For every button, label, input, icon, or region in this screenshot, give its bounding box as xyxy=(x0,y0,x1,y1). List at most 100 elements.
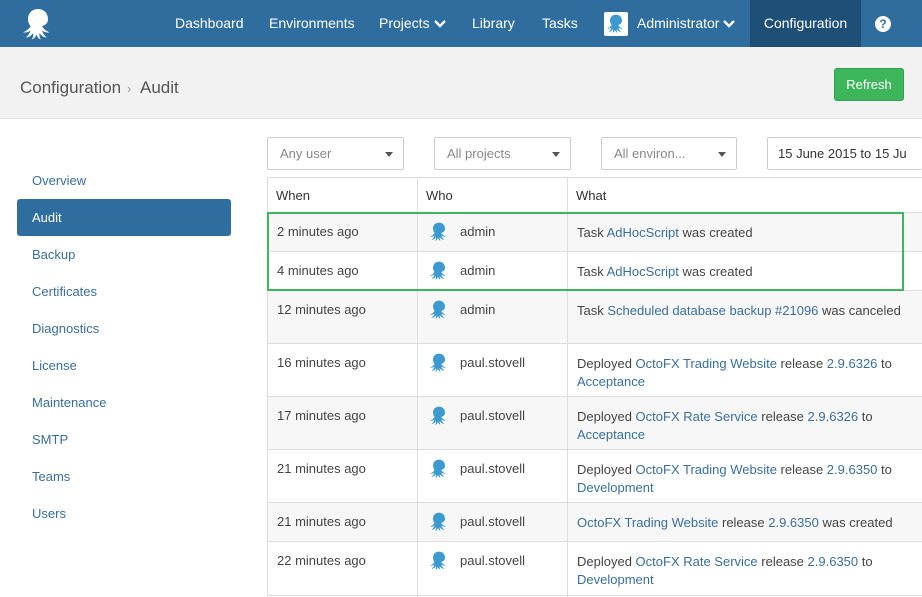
event-link[interactable]: Development xyxy=(577,480,654,495)
table-row: 21 minutes ago paul.stovell OctoFX Trading… xyxy=(267,503,922,542)
nav-configuration[interactable]: Configuration xyxy=(750,0,861,47)
table-row: 12 minutes ago admin Task Scheduled databa… xyxy=(267,291,922,344)
project-filter-select[interactable]: All projects xyxy=(434,137,571,170)
event-link[interactable]: Acceptance xyxy=(577,374,645,389)
user-octopus-icon xyxy=(430,300,446,319)
column-header-what: What xyxy=(576,188,607,203)
sidebar-item-audit[interactable]: Audit xyxy=(17,199,231,236)
sidebar-item-license[interactable]: License xyxy=(17,347,231,384)
event-link[interactable]: Development xyxy=(577,572,654,587)
caret-down-icon xyxy=(385,152,393,157)
cell-when: 17 minutes ago xyxy=(277,408,366,423)
table-row: 16 minutes ago paul.stovell Deployed OctoF… xyxy=(267,344,922,397)
nav-tasks[interactable]: Tasks xyxy=(542,0,578,47)
event-link[interactable]: 2.9.6350 xyxy=(768,515,819,530)
chevron-down-icon xyxy=(433,20,446,28)
cell-what: Task Scheduled database backup #21096 wa… xyxy=(577,302,909,320)
cell-who: paul.stovell xyxy=(460,408,526,423)
user-avatar[interactable] xyxy=(604,12,628,36)
event-text: to xyxy=(877,462,892,477)
event-text: Deployed xyxy=(577,409,636,424)
event-text: Task xyxy=(577,225,607,240)
user-filter-select[interactable]: Any user xyxy=(267,137,404,170)
nav-environments[interactable]: Environments xyxy=(269,0,355,47)
event-text: Task xyxy=(577,303,608,318)
event-text: was created xyxy=(818,515,893,530)
cell-what: Task AdHocScript was created xyxy=(577,224,909,242)
help-icon[interactable]: ? xyxy=(875,16,891,32)
event-link[interactable]: AdHocScript xyxy=(607,225,679,240)
event-text: was canceled xyxy=(818,303,901,318)
user-octopus-icon xyxy=(430,551,446,570)
event-text: release xyxy=(757,554,808,569)
sidebar-item-users[interactable]: Users xyxy=(17,495,231,532)
cell-when: 2 minutes ago xyxy=(277,224,359,239)
nav-user-menu[interactable]: Administrator xyxy=(637,0,736,47)
event-link[interactable]: Scheduled database backup #21096 xyxy=(607,303,818,318)
event-link[interactable]: 2.9.6350 xyxy=(827,462,878,477)
table-row: 2 minutes ago admin Task AdHocScript was c… xyxy=(267,213,922,252)
event-link[interactable]: Acceptance xyxy=(577,427,645,442)
cell-who: paul.stovell xyxy=(460,461,526,476)
event-text: release xyxy=(776,462,827,477)
table-row: 21 minutes ago paul.stovell Deployed OctoF… xyxy=(267,450,922,503)
event-link[interactable]: OctoFX Rate Service xyxy=(636,554,758,569)
page-title: Audit xyxy=(140,78,179,97)
cell-who: admin xyxy=(460,224,496,239)
nav-user-label: Administrator xyxy=(637,15,720,31)
sidebar-item-overview[interactable]: Overview xyxy=(17,162,231,199)
nav-library[interactable]: Library xyxy=(472,0,515,47)
event-text: Task xyxy=(577,264,607,279)
octopus-logo-icon[interactable] xyxy=(20,6,56,42)
sidebar-item-certificates[interactable]: Certificates xyxy=(17,273,231,310)
event-link[interactable]: OctoFX Rate Service xyxy=(636,409,758,424)
user-octopus-icon xyxy=(430,406,446,425)
top-nav: Dashboard Environments Projects Library … xyxy=(0,0,922,47)
event-link[interactable]: AdHocScript xyxy=(607,264,679,279)
cell-who: admin xyxy=(460,302,496,317)
column-divider xyxy=(567,177,568,597)
environment-filter-value: All environ... xyxy=(614,146,686,161)
user-octopus-icon xyxy=(430,222,446,241)
nav-dashboard[interactable]: Dashboard xyxy=(175,0,244,47)
environment-filter-select[interactable]: All environ... xyxy=(601,137,737,170)
event-text: was created xyxy=(678,264,753,279)
column-header-when: When xyxy=(276,188,310,203)
event-link[interactable]: 2.9.6350 xyxy=(808,554,859,569)
sidebar-item-smtp[interactable]: SMTP xyxy=(17,421,231,458)
sidebar-item-maintenance[interactable]: Maintenance xyxy=(17,384,231,421)
event-text: release xyxy=(757,409,808,424)
cell-who: paul.stovell xyxy=(460,514,526,529)
cell-what: OctoFX Trading Website release 2.9.6350 … xyxy=(577,514,909,532)
user-octopus-icon xyxy=(430,512,446,531)
event-text: was created xyxy=(678,225,753,240)
user-octopus-icon xyxy=(430,353,446,372)
table-row: 22 minutes ago paul.stovell Deployed OctoF… xyxy=(267,542,922,596)
sidebar-item-teams[interactable]: Teams xyxy=(17,458,231,495)
date-range-input[interactable]: 15 June 2015 to 15 Ju xyxy=(767,137,922,170)
cell-when: 21 minutes ago xyxy=(277,461,366,476)
project-filter-value: All projects xyxy=(447,146,511,161)
event-link[interactable]: 2.9.6326 xyxy=(808,409,859,424)
nav-projects-label: Projects xyxy=(379,15,430,31)
user-octopus-icon xyxy=(430,261,446,280)
event-link[interactable]: OctoFX Trading Website xyxy=(636,356,777,371)
event-text: to xyxy=(858,554,873,569)
cell-when: 16 minutes ago xyxy=(277,355,366,370)
cell-who: admin xyxy=(460,263,496,278)
cell-what: Task AdHocScript was created xyxy=(577,263,909,281)
nav-projects[interactable]: Projects xyxy=(379,0,446,47)
cell-what: Deployed OctoFX Trading Website release … xyxy=(577,461,909,497)
page-header xyxy=(0,47,922,119)
sidebar-item-backup[interactable]: Backup xyxy=(17,236,231,273)
cell-when: 21 minutes ago xyxy=(277,514,366,529)
caret-down-icon xyxy=(718,152,726,157)
column-divider xyxy=(417,177,418,597)
sidebar-item-diagnostics[interactable]: Diagnostics xyxy=(17,310,231,347)
breadcrumb-configuration[interactable]: Configuration xyxy=(20,78,121,98)
refresh-button[interactable]: Refresh xyxy=(834,68,904,101)
event-link[interactable]: 2.9.6326 xyxy=(827,356,878,371)
event-text: Deployed xyxy=(577,554,636,569)
event-link[interactable]: OctoFX Trading Website xyxy=(636,462,777,477)
event-link[interactable]: OctoFX Trading Website xyxy=(577,515,718,530)
